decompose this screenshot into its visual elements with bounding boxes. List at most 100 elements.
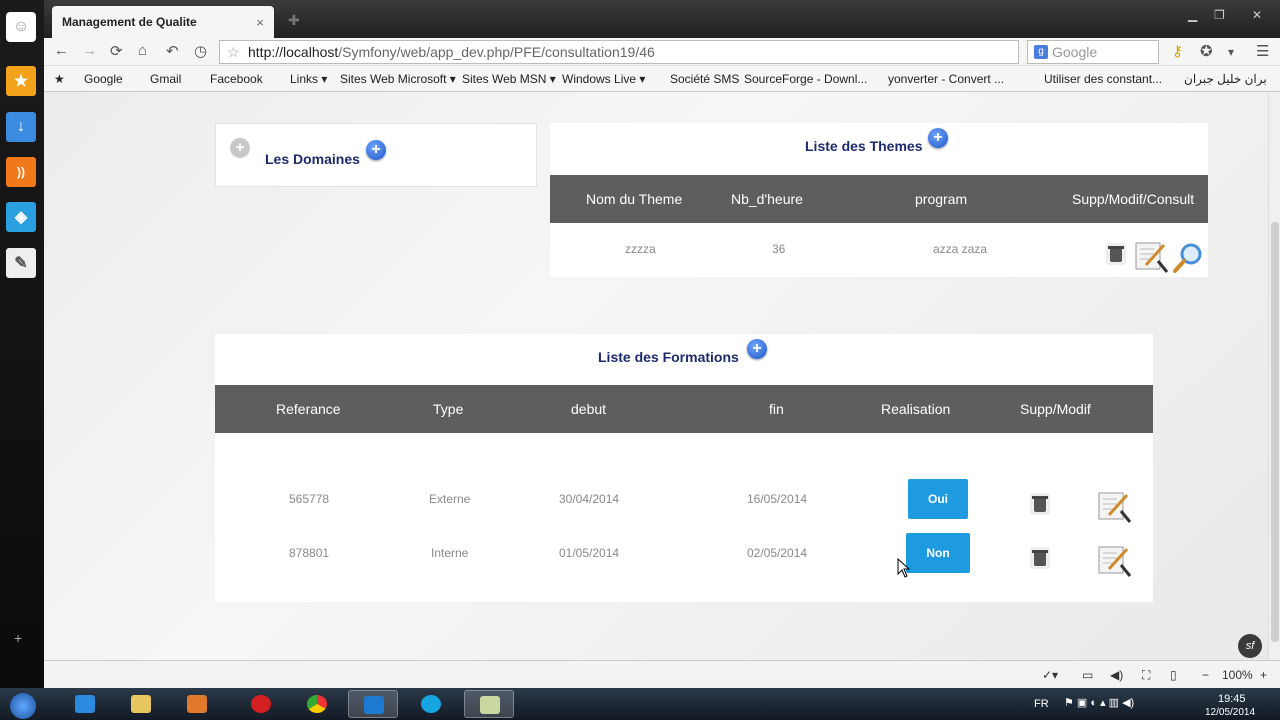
tab-title: Management de Qualite xyxy=(62,15,197,29)
url-bar[interactable]: ☆ http://localhost/Symfony/web/app_dev.p… xyxy=(219,40,1019,64)
delete-formation-icon[interactable] xyxy=(1030,547,1050,569)
taskbar-media[interactable] xyxy=(172,690,222,718)
bookmark-msn[interactable]: Sites Web MSN ▾ xyxy=(462,72,556,86)
bookmark-google[interactable]: Google xyxy=(84,72,123,86)
smiley-icon[interactable]: ☺ xyxy=(6,12,36,42)
theme-nom: zzzza xyxy=(625,242,656,256)
download-icon[interactable]: ↓ xyxy=(6,112,36,142)
bookmark-yonverter[interactable]: yonverter - Convert ... xyxy=(888,72,1004,86)
bookmark-arabic[interactable]: بران خليل جبران xyxy=(1184,72,1267,86)
realisation-non-button[interactable]: Non xyxy=(906,533,970,573)
vertical-scrollbar[interactable] xyxy=(1268,92,1280,660)
google-icon: g xyxy=(1034,45,1048,59)
taskbar-explorer[interactable] xyxy=(116,690,166,718)
star-icon[interactable]: ★ xyxy=(6,66,36,96)
edit-formation-icon[interactable] xyxy=(1097,489,1133,525)
taskbar-skype[interactable] xyxy=(406,690,456,718)
volume-icon[interactable]: ◀) xyxy=(1110,668,1123,682)
taskbar-app-active[interactable] xyxy=(348,690,398,718)
addon-status-icon[interactable]: ✓▾ xyxy=(1042,668,1058,682)
taskbar-opera[interactable] xyxy=(236,690,286,718)
undo-icon[interactable]: ↶ xyxy=(166,42,179,60)
th-debut: debut xyxy=(571,401,607,417)
search-input[interactable]: g Google xyxy=(1027,40,1159,64)
bookmark-sourceforge[interactable]: SourceForge - Downl... xyxy=(744,72,867,86)
symfony-toolbar-icon[interactable]: sf xyxy=(1238,634,1262,658)
formation-fin: 16/05/2014 xyxy=(747,492,808,506)
bookmark-ms[interactable]: Sites Web Microsoft ▾ xyxy=(340,72,456,86)
edit-theme-icon[interactable] xyxy=(1134,239,1170,275)
delete-theme-icon[interactable] xyxy=(1106,243,1126,265)
formation-type: Externe xyxy=(429,492,471,506)
realisation-oui-button[interactable]: Oui xyxy=(908,479,968,519)
bookmark-live[interactable]: Windows Live ▾ xyxy=(562,72,645,86)
add-theme-icon[interactable]: + xyxy=(928,128,948,148)
add-icon[interactable]: + xyxy=(14,630,22,646)
formation-type: Interne xyxy=(431,546,469,560)
bookmark-constants[interactable]: Utiliser des constant... xyxy=(1044,72,1162,86)
back-icon[interactable]: ← xyxy=(54,42,69,59)
delete-formation-icon[interactable] xyxy=(1030,493,1050,515)
reload-icon[interactable]: ⟳ xyxy=(110,42,123,60)
start-button[interactable] xyxy=(0,690,46,719)
bookmark-gmail[interactable]: Gmail xyxy=(150,72,181,86)
th-realisation: Realisation xyxy=(881,401,951,417)
add-formation-icon[interactable]: + xyxy=(747,339,767,359)
search-placeholder: Google xyxy=(1052,44,1098,60)
taskbar-ie[interactable] xyxy=(60,690,110,718)
notepad-icon[interactable]: ✎ xyxy=(6,248,36,278)
add-domaine-icon[interactable]: + xyxy=(366,140,386,160)
home-icon[interactable]: ⌂ xyxy=(138,42,147,59)
formation-ref: 565778 xyxy=(289,492,330,506)
tab-close-icon[interactable]: × xyxy=(256,15,264,30)
addon-icon[interactable]: ✪ xyxy=(1200,42,1213,60)
restore-icon[interactable]: ❐ xyxy=(1214,8,1225,22)
taskbar-chrome[interactable] xyxy=(292,690,342,718)
edit-formation-icon[interactable] xyxy=(1097,543,1133,579)
themes-title: Liste des Themes xyxy=(805,138,923,154)
bookmarks-bar: ★ Google Gmail Facebook Links ▾ Sites We… xyxy=(44,66,1280,92)
formation-fin: 02/05/2014 xyxy=(747,546,808,560)
zoom-out-icon[interactable]: − xyxy=(1202,668,1209,682)
domaines-card: + Les Domaines + xyxy=(215,123,537,187)
new-tab-icon[interactable]: ✚ xyxy=(288,12,300,29)
language-indicator[interactable]: FR xyxy=(1034,698,1049,710)
th-program: program xyxy=(915,191,968,207)
taskbar-notes[interactable] xyxy=(464,690,514,718)
th-fin: fin xyxy=(769,401,784,417)
history-icon[interactable]: ◷ xyxy=(194,42,207,60)
view-theme-icon[interactable] xyxy=(1171,241,1205,275)
clock-date: 12/05/2014 xyxy=(1205,707,1256,718)
split-view-icon[interactable]: ▯ xyxy=(1170,668,1177,682)
tray-icons[interactable]: ⚑ ▣ ◐ ▴ ▥ ◀) xyxy=(1064,696,1134,709)
tab-active[interactable]: Management de Qualite × xyxy=(52,6,274,38)
th-nom: Nom du Theme xyxy=(586,191,683,207)
formations-card: Liste des Formations + Referance Type de… xyxy=(215,334,1153,602)
minimize-icon[interactable]: ▁ xyxy=(1188,8,1197,22)
left-dock: ☺ ★ ↓ )) ◈ ✎ + xyxy=(0,0,44,688)
key-icon[interactable]: ⚷ xyxy=(1172,42,1183,60)
clock-time[interactable]: 19:45 xyxy=(1218,693,1246,705)
nav-bar: ← → ⟳ ⌂ ↶ ◷ ☆ http://localhost/Symfony/w… xyxy=(44,38,1280,66)
bookmarks-star-icon[interactable]: ★ xyxy=(54,72,65,86)
rss-icon[interactable]: )) xyxy=(6,157,36,187)
close-window-icon[interactable]: ✕ xyxy=(1242,8,1272,22)
dropdown-icon[interactable]: ▾ xyxy=(1228,45,1234,59)
bookmark-links[interactable]: Links ▾ xyxy=(290,72,327,86)
menu-icon[interactable]: ☰ xyxy=(1256,42,1269,60)
bookmark-star-icon[interactable]: ☆ xyxy=(227,44,240,61)
mouse-cursor-icon xyxy=(897,558,911,578)
chat-icon[interactable]: ◈ xyxy=(6,202,36,232)
fullscreen-icon[interactable]: ⛶ xyxy=(1142,668,1150,683)
zoom-level: 100% xyxy=(1222,668,1253,682)
th-actions: Supp/Modif/Consult xyxy=(1072,191,1195,207)
formation-ref: 878801 xyxy=(289,546,330,560)
taskbar: FR ⚑ ▣ ◐ ▴ ▥ ◀) 19:45 12/05/2014 xyxy=(0,688,1280,720)
screen-icon[interactable]: ▭ xyxy=(1082,668,1093,682)
formation-debut: 01/05/2014 xyxy=(559,546,620,560)
expand-icon[interactable]: + xyxy=(230,138,250,158)
forward-icon[interactable]: → xyxy=(82,42,97,59)
zoom-in-icon[interactable]: + xyxy=(1260,668,1267,682)
bookmark-facebook[interactable]: Facebook xyxy=(210,72,263,86)
bookmark-sms[interactable]: Société SMS xyxy=(670,72,739,86)
